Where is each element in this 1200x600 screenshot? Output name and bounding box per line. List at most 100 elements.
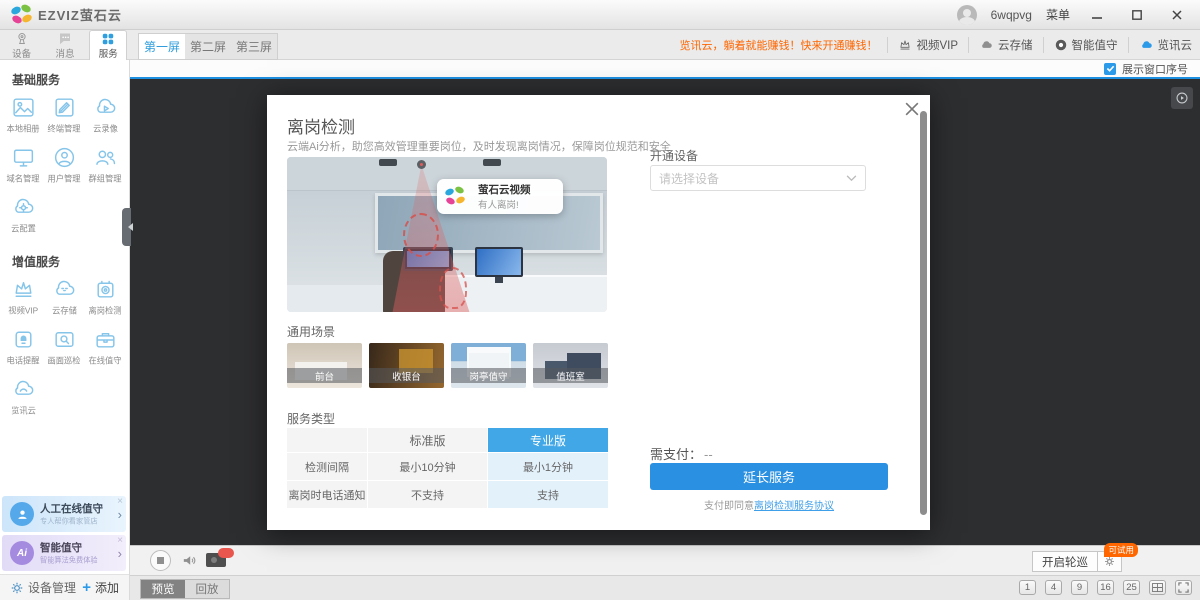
modal-scrollbar[interactable] (920, 111, 927, 515)
add-device-button[interactable]: + 添加 (82, 579, 119, 596)
cloud2-icon (11, 377, 36, 402)
blue-cloud-icon (1139, 38, 1154, 52)
scenarios-title: 通用场景 (287, 323, 335, 340)
sidebar-item-cloud-storage[interactable]: 云存储 (44, 274, 85, 324)
menu-button[interactable]: 菜单 (1046, 6, 1070, 23)
agreement-text: 支付即同意离岗检测服务协议 (650, 497, 888, 512)
volume-icon[interactable] (180, 552, 199, 572)
device-select[interactable]: 请选择设备 (650, 165, 866, 191)
sidebar-item-lanxun-cloud[interactable]: 览讯云 (3, 374, 44, 424)
link-lanxun-cloud[interactable]: 览讯云 (1128, 37, 1193, 53)
sidebar-item-leave-detect[interactable]: 离岗检测 (85, 274, 126, 324)
grid-1-button[interactable]: 1 (1019, 580, 1036, 595)
scene-monitor-stand (495, 277, 503, 283)
tab-screen-3[interactable]: 第三屏 (231, 34, 277, 59)
agreement-link[interactable]: 离岗检测服务协议 (754, 501, 834, 512)
playback-tab[interactable]: 回放 (185, 580, 229, 598)
card-smart-duty[interactable]: Ai 智能值守 智能算法免费体验 › × (2, 535, 126, 571)
minimize-icon[interactable] (1084, 6, 1110, 24)
section-title-basic: 基础服务 (0, 60, 129, 92)
grid-4-button[interactable]: 4 (1045, 580, 1062, 595)
nav-item-device[interactable]: 设备 (3, 30, 41, 60)
split-screen-icon[interactable] (1149, 580, 1166, 595)
play-all-icon[interactable] (1171, 87, 1193, 109)
table-cell: 离岗时电话通知 (287, 481, 367, 508)
sidebar-item-local-album[interactable]: 本地相册 (3, 92, 44, 142)
absence-dashed-outline (403, 213, 439, 257)
username[interactable]: 6wqpvg (991, 8, 1032, 22)
promo-banner[interactable]: 览讯云，躺着就能赚钱！快来开通赚钱！ (679, 37, 877, 53)
sidebar-item-screen-inspect[interactable]: 画面巡检 (44, 324, 85, 374)
scenario-front-desk[interactable]: 前台 (287, 343, 362, 388)
sidebar-footer: 设备管理 + 添加 (0, 574, 129, 600)
sidebar-item-online-duty[interactable]: 在线值守 (85, 324, 126, 374)
sidebar-item-domain-mgmt[interactable]: 域名管理 (3, 142, 44, 192)
fullscreen-icon[interactable] (1175, 580, 1192, 595)
plus-icon: + (82, 579, 91, 596)
ezviz-logo-icon (445, 187, 465, 207)
table-cell: 最小10分钟 (368, 453, 487, 480)
sidebar-item-user-mgmt[interactable]: 用户管理 (44, 142, 85, 192)
close-icon[interactable]: × (117, 536, 123, 546)
table-header-professional[interactable]: 专业版 (488, 428, 608, 452)
bottom-bar: 预览 回放 1 4 9 16 25 (130, 575, 1200, 600)
scenario-duty-room[interactable]: 值班室 (533, 343, 608, 388)
table-cell: 不支持 (368, 481, 487, 508)
device-management-button[interactable]: 设备管理 (10, 579, 76, 596)
service-grid-icon (100, 32, 116, 46)
talk-camera-icon[interactable] (206, 553, 226, 567)
close-icon[interactable]: × (117, 497, 123, 507)
scenario-label: 前台 (287, 368, 362, 383)
grid-16-button[interactable]: 16 (1097, 580, 1114, 595)
ai-icon-text: Ai (17, 548, 27, 559)
scenario-label: 收银台 (369, 368, 444, 383)
link-label: 云存储 (998, 37, 1033, 53)
sidebar-item-phone-alert[interactable]: 电话提醒 (3, 324, 44, 374)
nav-item-label: 服务 (99, 46, 118, 60)
absence-dashed-outline (439, 267, 467, 309)
tab-screen-2[interactable]: 第二屏 (185, 34, 231, 59)
start-patrol-button[interactable]: 开启轮巡 (1032, 551, 1098, 572)
grid-9-button[interactable]: 9 (1071, 580, 1088, 595)
link-cloud-storage[interactable]: 云存储 (968, 37, 1033, 53)
tab-screen-1[interactable]: 第一屏 (139, 34, 185, 59)
nav-item-service[interactable]: 服务 (89, 30, 127, 60)
scenario-guard-booth[interactable]: 岗亭值守 (451, 343, 526, 388)
sidebar-item-video-vip[interactable]: 视频VIP (3, 274, 44, 324)
card-subtitle: 智能算法免费体验 (40, 556, 98, 566)
group-icon (93, 145, 118, 170)
link-smart-duty[interactable]: 智能值守 (1043, 37, 1118, 53)
maximize-icon[interactable] (1124, 6, 1150, 24)
stop-button[interactable] (150, 550, 171, 571)
extend-service-button[interactable]: 延长服务 (650, 463, 888, 490)
user-avatar[interactable] (957, 5, 977, 25)
show-window-number-checkbox[interactable] (1104, 63, 1116, 75)
link-video-vip[interactable]: 视频VIP (887, 37, 958, 53)
grid-25-button[interactable]: 25 (1123, 580, 1140, 595)
card-manual-duty[interactable]: 人工在线值守 专人帮你看家管店 › × (2, 496, 126, 532)
preview-tab[interactable]: 预览 (141, 580, 185, 598)
link-label: 智能值守 (1072, 37, 1118, 53)
nav-item-message[interactable]: 消息 (46, 30, 84, 60)
sidebar-item-cloud-config[interactable]: 云配置 (3, 192, 44, 242)
sidebar-item-group-mgmt[interactable]: 群组管理 (85, 142, 126, 192)
scenario-thumbnails: 前台 收银台 岗亭值守 值班室 (287, 343, 608, 388)
modal-close-icon[interactable] (905, 102, 921, 118)
table-header-standard[interactable]: 标准版 (368, 428, 487, 452)
online-duty-icon (93, 327, 118, 352)
scenario-cashier[interactable]: 收银台 (369, 343, 444, 388)
chevron-right-icon: › (118, 507, 122, 522)
close-icon[interactable] (1164, 6, 1190, 24)
notification-app-name: 萤石云视频 (478, 182, 531, 197)
notification-badge (218, 548, 234, 558)
sidebar-item-label: 离岗检测 (89, 305, 122, 317)
sidebar-item-terminal-mgmt[interactable]: 终端管理 (44, 92, 85, 142)
scenario-label: 值班室 (533, 368, 608, 383)
app-window: EZVIZ萤石云 6wqpvg 菜单 设备 (0, 0, 1200, 600)
payment-row: 需支付：-- (650, 444, 713, 463)
ceiling-camera-icon (417, 160, 426, 169)
sidebar-item-cloud-record[interactable]: 云录像 (85, 92, 126, 142)
sidebar-collapse-handle[interactable] (122, 208, 131, 246)
agreement-prefix: 支付即同意 (704, 501, 754, 512)
ceiling-device (483, 159, 501, 166)
